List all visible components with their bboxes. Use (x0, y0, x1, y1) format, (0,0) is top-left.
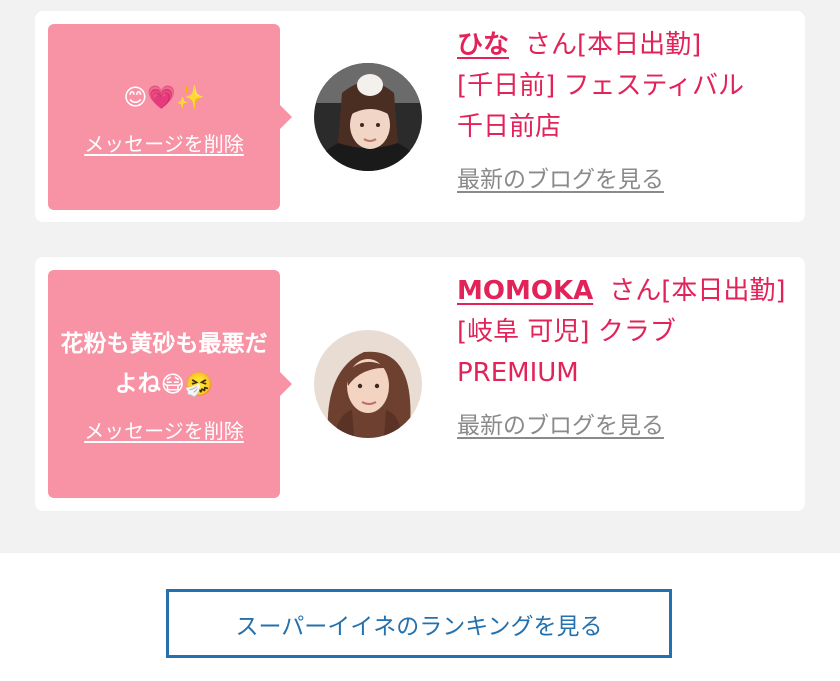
smile-emoji-icon: 😊 (123, 84, 148, 111)
latest-blog-link[interactable]: 最新のブログを見る (457, 160, 787, 201)
shop-line: [岐阜 可児] クラブ (457, 317, 676, 347)
girl-photo-avatar-icon (314, 63, 422, 171)
name-line: MOMOKA さん[本日出勤] (457, 271, 787, 312)
status-text: さん[本日出勤] (525, 30, 702, 60)
sneeze-emoji-icon: 🤧 (184, 371, 214, 398)
sparkles-emoji-icon: ✨ (175, 84, 205, 111)
mask-emoji-icon: 😷 (160, 371, 185, 398)
message-card: 花粉も黄砂も最悪だよね😷🤧 メッセージを削除 MOMOKA さん[本日出勤] [岐… (35, 257, 805, 511)
profile-info: MOMOKA さん[本日出勤] [岐阜 可児] クラブ PREMIUM 最新のブロ… (457, 271, 787, 447)
shop-line: 千日前店 (457, 112, 562, 142)
avatar[interactable] (314, 63, 422, 171)
super-like-ranking-button[interactable]: スーパーイイネのランキングを見る (166, 589, 672, 658)
profile-name-link[interactable]: ひな (457, 30, 509, 60)
name-line: ひな さん[本日出勤] (457, 25, 787, 66)
latest-blog-link[interactable]: 最新のブログを見る (457, 406, 787, 447)
profile-info: ひな さん[本日出勤] [千日前] フェスティバル 千日前店 最新のブログを見る (457, 25, 787, 201)
heart-emoji-icon: 💗 (147, 84, 176, 111)
delete-message-link[interactable]: メッセージを削除 (84, 128, 244, 157)
message-text: 😊💗✨ (113, 77, 214, 118)
avatar[interactable] (314, 330, 422, 438)
message-card: 😊💗✨ メッセージを削除 ひな さん[本日出勤] [千日前] フェスティバル 千日… (35, 11, 805, 222)
message-bubble: 花粉も黄砂も最悪だよね😷🤧 メッセージを削除 (48, 270, 292, 498)
shop-line: PREMIUM (457, 358, 579, 388)
profile-name-link[interactable]: MOMOKA (457, 276, 593, 306)
delete-message-link[interactable]: メッセージを削除 (84, 415, 244, 444)
girl-photo-avatar-icon (314, 330, 422, 438)
shop-line: [千日前] フェスティバル (457, 71, 744, 101)
message-text: 花粉も黄砂も最悪だよね😷🤧 (48, 324, 280, 405)
status-text: さん[本日出勤] (609, 276, 786, 306)
message-bubble: 😊💗✨ メッセージを削除 (48, 24, 292, 210)
